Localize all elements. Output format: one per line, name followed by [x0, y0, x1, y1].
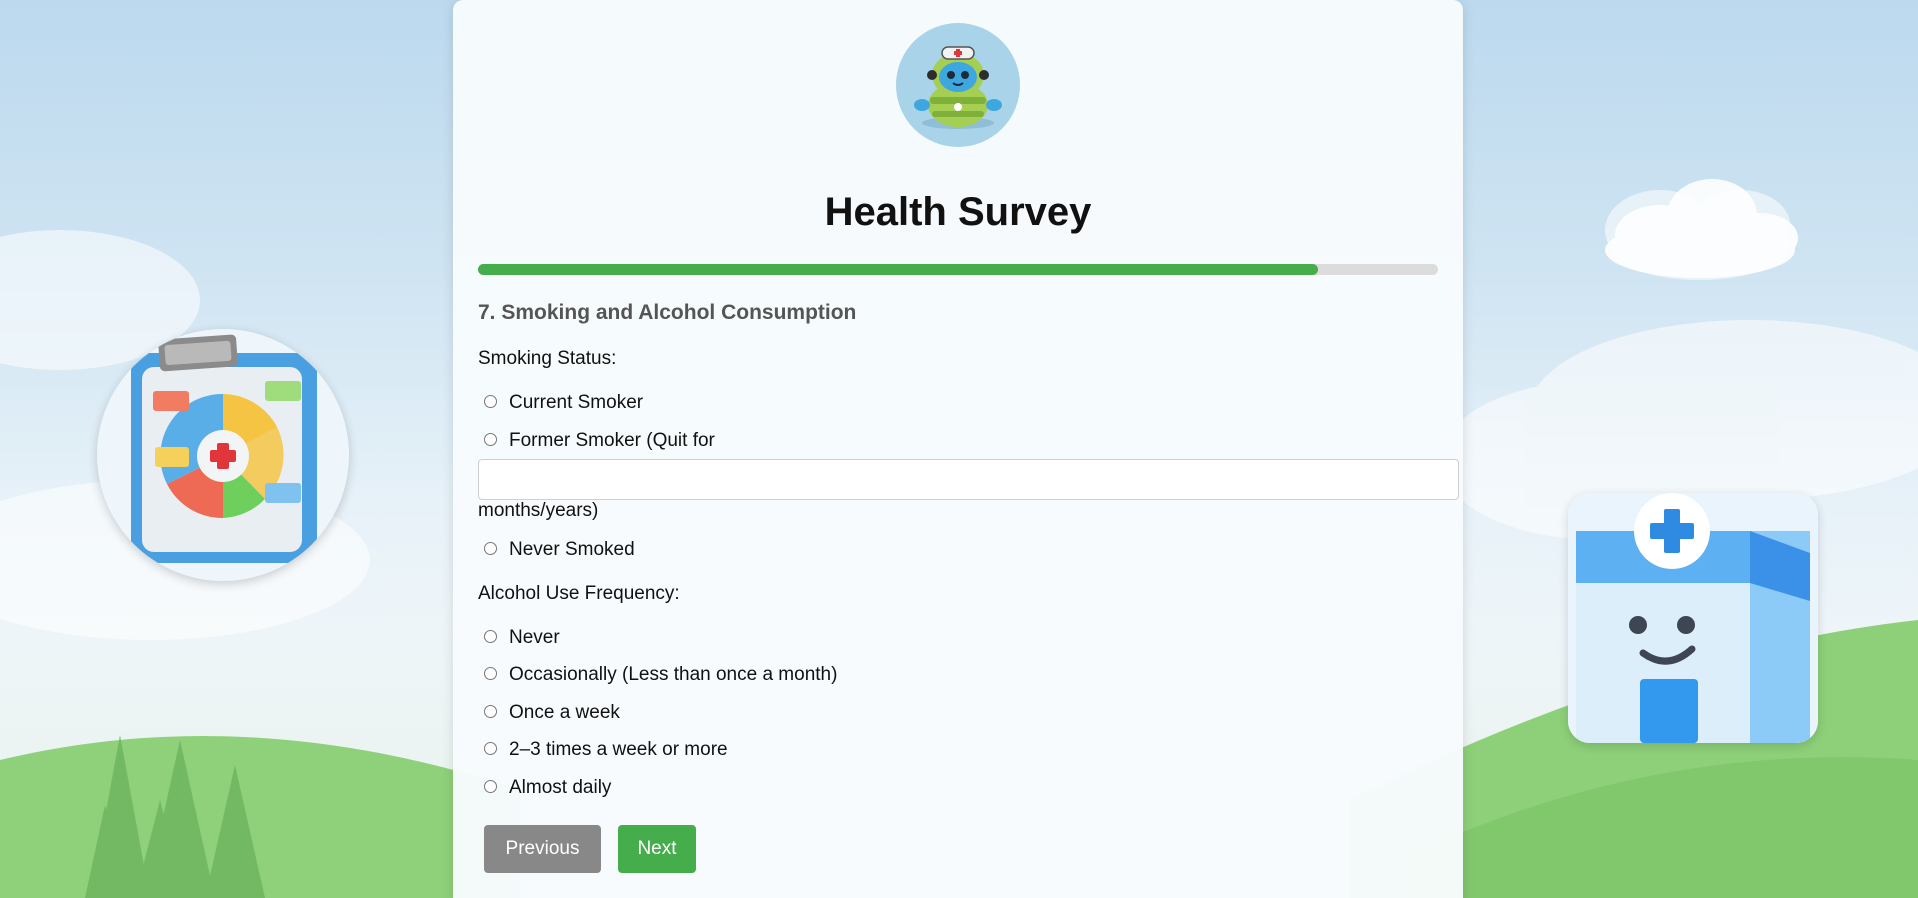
option-current-smoker[interactable]: Current Smoker — [484, 391, 643, 415]
option-label: 2–3 times a week or more — [509, 739, 728, 760]
former-smoker-suffix: months/years) — [478, 500, 599, 521]
option-label: Once a week — [509, 702, 620, 723]
clipboard-chart-badge — [97, 329, 349, 581]
radio-never-smoked[interactable] — [484, 541, 497, 555]
clinic-badge — [1568, 493, 1818, 743]
radio-current-smoker[interactable] — [484, 394, 497, 408]
progress-bar — [478, 264, 1438, 275]
alcohol-frequency-label: Alcohol Use Frequency: — [478, 583, 680, 604]
smiling-clinic-icon — [1568, 493, 1818, 743]
smoking-status-label: Smoking Status: — [478, 348, 617, 369]
progress-fill — [478, 264, 1318, 275]
avatar — [896, 23, 1020, 147]
option-alcohol-weekly[interactable]: Once a week — [484, 701, 620, 725]
survey-page: Health Survey 7. Smoking and Alcohol Con… — [0, 0, 1918, 898]
clipboard-chart-icon — [131, 334, 317, 563]
option-never-smoked[interactable]: Never Smoked — [484, 538, 635, 562]
radio-former-smoker[interactable] — [484, 432, 497, 446]
radio-alcohol-never[interactable] — [484, 629, 497, 643]
option-label: Current Smoker — [509, 392, 644, 413]
option-former-smoker[interactable]: Former Smoker (Quit for — [484, 429, 715, 453]
option-label: Almost daily — [509, 777, 612, 798]
option-alcohol-two-three[interactable]: 2–3 times a week or more — [484, 738, 728, 762]
radio-alcohol-weekly[interactable] — [484, 704, 497, 718]
option-alcohol-daily[interactable]: Almost daily — [484, 776, 611, 800]
option-label: Never — [509, 627, 560, 648]
option-label: Occasionally (Less than once a month) — [509, 664, 838, 685]
radio-alcohol-occasionally[interactable] — [484, 666, 497, 680]
hill-left — [0, 736, 520, 898]
option-label: Former Smoker (Quit for — [509, 430, 715, 451]
next-button[interactable]: Next — [618, 825, 696, 873]
radio-alcohol-two-three[interactable] — [484, 741, 497, 755]
survey-card: Health Survey 7. Smoking and Alcohol Con… — [453, 0, 1463, 898]
page-title: Health Survey — [824, 190, 1092, 234]
robot-nurse-icon — [914, 46, 1002, 129]
quit-duration-input[interactable] — [478, 459, 1459, 500]
option-label: Never Smoked — [509, 539, 635, 560]
section-title: 7. Smoking and Alcohol Consumption — [478, 301, 857, 324]
radio-alcohol-daily[interactable] — [484, 779, 497, 793]
previous-button[interactable]: Previous — [484, 825, 601, 873]
option-alcohol-occasionally[interactable]: Occasionally (Less than once a month) — [484, 663, 837, 687]
cloud-top-right — [1605, 179, 1798, 278]
option-alcohol-never[interactable]: Never — [484, 626, 560, 650]
